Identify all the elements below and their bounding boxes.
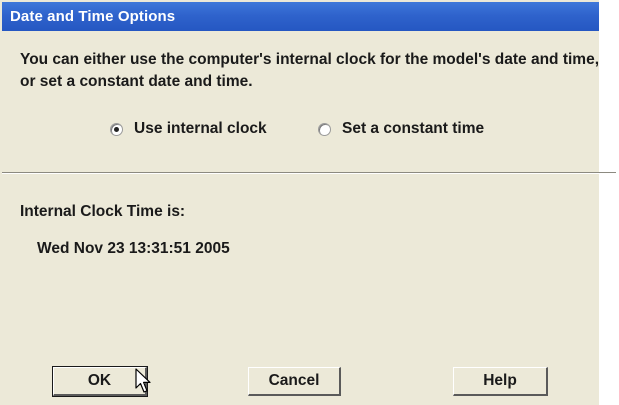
radio-set-constant-time[interactable]: Set a constant time: [318, 120, 484, 138]
mouse-pointer-icon: [135, 368, 151, 393]
radio-label: Set a constant time: [342, 120, 485, 137]
radio-button-icon[interactable]: [110, 122, 123, 136]
date-time-options-dialog: Date and Time Options You can either use…: [0, 0, 619, 405]
internal-clock-value: Wed Nov 23 13:31:51 2005: [37, 240, 230, 257]
internal-clock-label: Internal Clock Time is:: [20, 203, 186, 220]
ok-button[interactable]: OK: [52, 366, 148, 397]
separator: [2, 172, 616, 174]
radio-use-internal-clock[interactable]: Use internal clock: [110, 120, 267, 138]
cancel-button[interactable]: Cancel: [248, 367, 341, 396]
description-text: You can either use the computer's intern…: [20, 51, 599, 90]
window-edge: [599, 0, 619, 405]
radio-label: Use internal clock: [134, 120, 267, 137]
title-bar[interactable]: Date and Time Options: [2, 2, 600, 31]
help-button[interactable]: Help: [453, 367, 548, 396]
window-title: Date and Time Options: [10, 8, 176, 25]
radio-button-icon[interactable]: [318, 122, 331, 136]
